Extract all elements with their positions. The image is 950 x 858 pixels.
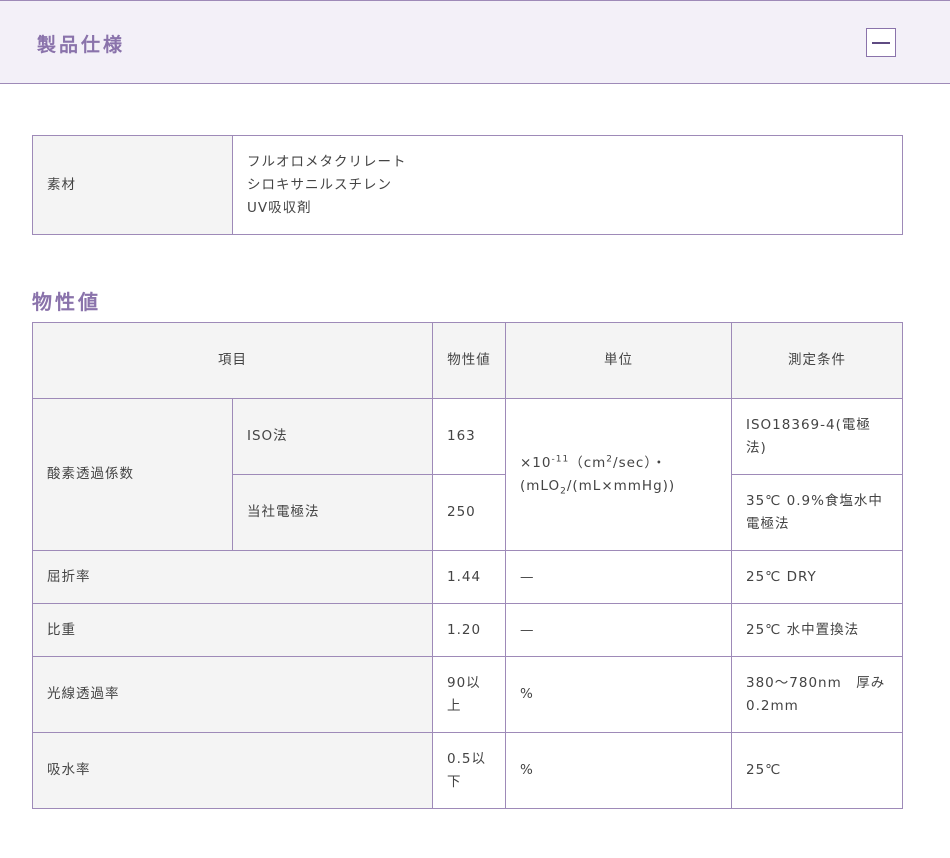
header-condition: 測定条件	[731, 322, 903, 399]
property-unit: —	[505, 550, 732, 604]
table-row: 屈折率 1.44 — 25℃ DRY	[32, 550, 903, 604]
material-value: フルオロメタクリレート	[247, 153, 407, 170]
header-item: 項目	[32, 322, 433, 399]
property-unit: %	[505, 656, 732, 733]
header-value: 物性値	[432, 322, 506, 399]
method-condition: 35℃ 0.9%食塩水中電極法	[731, 474, 903, 551]
table-row: 素材 フルオロメタクリレート シロキサニルスチレン UV吸収剤	[32, 135, 903, 235]
property-unit: —	[505, 603, 732, 657]
unit-subscript: 2	[560, 486, 567, 497]
table-row: 酸素透過係数 ISO法 163 ×10-11（cm2/sec）・ (mLO2/(…	[32, 398, 903, 551]
property-value: 1.20	[432, 603, 506, 657]
table-row: 光線透過率 90以上 % 380～780nm 厚み0.2mm	[32, 656, 903, 733]
material-table: 素材 フルオロメタクリレート シロキサニルスチレン UV吸収剤	[32, 135, 903, 235]
property-condition: 25℃	[731, 732, 903, 809]
property-item: 光線透過率	[32, 656, 433, 733]
method-value: 250	[432, 474, 506, 551]
property-value: 90以上	[432, 656, 506, 733]
properties-title: 物性値	[32, 290, 101, 314]
oxygen-label: 酸素透過係数	[32, 398, 233, 551]
material-values: フルオロメタクリレート シロキサニルスチレン UV吸収剤	[232, 135, 903, 235]
property-item: 吸水率	[32, 732, 433, 809]
method-name: ISO法	[232, 398, 433, 475]
property-condition: 25℃ DRY	[731, 550, 903, 604]
property-item: 屈折率	[32, 550, 433, 604]
method-name: 当社電極法	[232, 474, 433, 551]
unit-text: （cm	[569, 454, 607, 471]
property-value: 1.44	[432, 550, 506, 604]
method-value: 163	[432, 398, 506, 475]
unit-text: /(mL×mmHg))	[566, 477, 676, 494]
property-condition: 25℃ 水中置換法	[731, 603, 903, 657]
spec-accordion-header[interactable]: 製品仕様	[0, 0, 950, 84]
material-label: 素材	[32, 135, 233, 235]
unit-text: /sec）・	[613, 454, 667, 471]
property-item: 比重	[32, 603, 433, 657]
oxygen-unit: ×10-11（cm2/sec）・ (mLO2/(mL×mmHg))	[505, 398, 732, 551]
table-header-row: 項目 物性値 単位 測定条件	[32, 322, 903, 399]
table-row: 吸水率 0.5以下 % 25℃	[32, 732, 903, 809]
material-value: シロキサニルスチレン	[247, 176, 392, 193]
unit-text: (mLO	[520, 477, 561, 494]
accordion-title: 製品仕様	[37, 34, 126, 56]
header-unit: 単位	[505, 322, 732, 399]
unit-text: ×10	[520, 454, 552, 471]
collapse-button[interactable]	[866, 28, 896, 57]
unit-exponent: -11	[551, 454, 570, 464]
properties-table: 項目 物性値 単位 測定条件 酸素透過係数 ISO法 163 ×10-11（cm…	[32, 322, 903, 809]
unit-exponent: 2	[606, 454, 614, 464]
property-condition: 380～780nm 厚み0.2mm	[731, 656, 903, 733]
property-unit: %	[505, 732, 732, 809]
material-value: UV吸収剤	[247, 199, 312, 216]
method-condition: ISO18369-4(電極法)	[731, 398, 903, 475]
minus-icon	[872, 42, 890, 44]
table-row: 比重 1.20 — 25℃ 水中置換法	[32, 603, 903, 657]
property-value: 0.5以下	[432, 732, 506, 809]
